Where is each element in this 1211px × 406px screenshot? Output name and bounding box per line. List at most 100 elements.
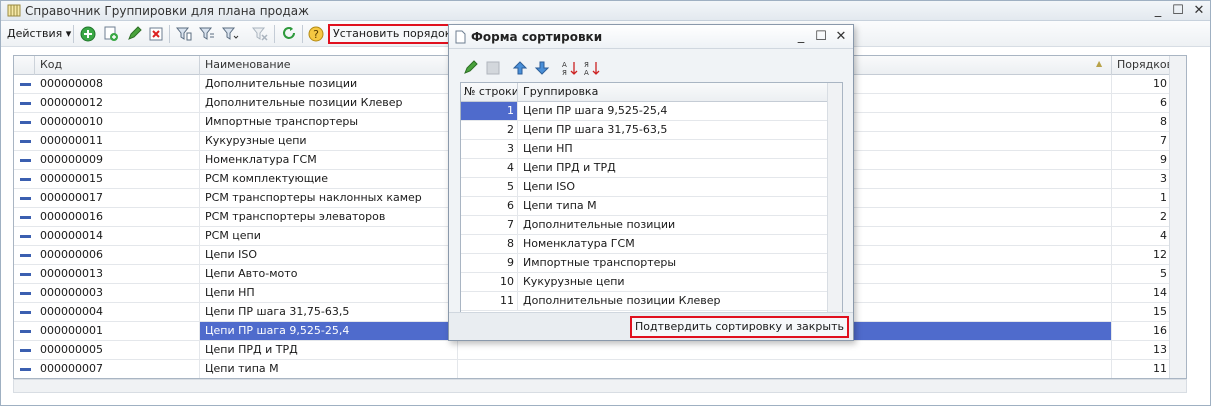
code-cell: 000000013 — [35, 265, 200, 283]
name-cell: Кукурузные цепи — [200, 132, 458, 150]
sort-row[interactable]: 2 Цепи ПР шага 31,75-63,5 — [461, 121, 828, 140]
vertical-scrollbar[interactable] — [1169, 56, 1186, 378]
row-marker-icon — [20, 216, 31, 219]
name-cell: Цепи Авто-мото — [200, 265, 458, 283]
row-number-cell: 4 — [461, 159, 518, 177]
sort-row[interactable]: 1 Цепи ПР шага 9,525-25,4 — [461, 102, 828, 121]
svg-text:A: A — [584, 69, 589, 77]
column-header-row-number[interactable]: № строки — [461, 83, 518, 101]
column-header-grouping[interactable]: Группировка — [518, 83, 828, 101]
column-header-code[interactable]: Код — [35, 56, 200, 75]
disabled-icon — [486, 61, 500, 75]
sort-row[interactable]: 6 Цепи типа М — [461, 197, 828, 216]
delete-icon[interactable] — [147, 25, 165, 43]
code-cell: 000000015 — [35, 170, 200, 188]
horizontal-scrollbar[interactable] — [13, 379, 1187, 393]
code-cell: 000000010 — [35, 113, 200, 131]
order-cell: 4 — [1112, 227, 1172, 245]
copy-icon[interactable] — [102, 25, 120, 43]
dialog-maximize-button[interactable]: ☐ — [813, 28, 829, 46]
sort-row[interactable]: 3 Цепи НП — [461, 140, 828, 159]
sort-row[interactable]: 8 Номенклатура ГСМ — [461, 235, 828, 254]
grouping-cell: Дополнительные позиции Клевер — [523, 294, 721, 307]
sort-descending-icon[interactable]: ЯA — [583, 59, 601, 77]
dialog-vertical-scrollbar[interactable] — [827, 83, 842, 328]
sort-row[interactable]: 7 Дополнительные позиции — [461, 216, 828, 235]
name-cell-fill — [458, 341, 1112, 359]
table-row[interactable]: 000000007 Цепи типа М 11 — [14, 360, 1186, 378]
sort-row[interactable]: 9 Импортные транспортеры — [461, 254, 828, 273]
row-number-cell: 10 — [461, 273, 518, 291]
code-cell: 000000016 — [35, 208, 200, 226]
minimize-button[interactable]: _ — [1149, 2, 1167, 19]
edit-icon[interactable] — [125, 25, 143, 43]
actions-label: Действия — [7, 27, 63, 40]
filter-list-icon[interactable] — [198, 25, 216, 43]
order-cell: 16 — [1112, 322, 1172, 340]
dialog-title: Форма сортировки — [471, 30, 603, 44]
refresh-icon[interactable] — [280, 25, 298, 43]
add-icon[interactable] — [79, 25, 97, 43]
row-number-cell: 3 — [461, 140, 518, 158]
name-cell: Цепи НП — [200, 284, 458, 302]
move-down-icon[interactable] — [533, 59, 551, 77]
edit-icon[interactable] — [461, 59, 479, 77]
close-button[interactable]: ✕ — [1190, 2, 1208, 19]
row-number-cell: 8 — [461, 235, 518, 253]
maximize-button[interactable]: ☐ — [1169, 2, 1187, 19]
toolbar-separator — [73, 25, 74, 43]
row-marker-icon — [20, 197, 31, 200]
sort-row[interactable]: 11 Дополнительные позиции Клевер — [461, 292, 828, 311]
grouping-cell: Дополнительные позиции — [523, 218, 676, 231]
code-cell: 000000007 — [35, 360, 200, 378]
set-order-button[interactable]: Установить порядок — [328, 24, 457, 44]
sort-row[interactable]: 10 Кукурузные цепи — [461, 273, 828, 292]
move-up-icon[interactable] — [511, 59, 529, 77]
row-number-cell: 11 — [461, 292, 518, 310]
name-cell: Дополнительные позиции Клевер — [200, 94, 458, 112]
actions-menu[interactable]: Действия ▾ — [7, 27, 71, 40]
confirm-sort-button[interactable]: Подтвердить сортировку и закрыть — [630, 316, 849, 338]
toolbar-separator — [169, 25, 170, 43]
row-number-cell: 2 — [461, 121, 518, 139]
order-cell: 15 — [1112, 303, 1172, 321]
row-marker-icon — [20, 368, 31, 371]
name-cell: Цепи ПР шага 31,75-63,5 — [200, 303, 458, 321]
order-cell: 12 — [1112, 246, 1172, 264]
help-icon[interactable]: ? — [307, 25, 325, 43]
row-marker-icon — [20, 102, 31, 105]
row-marker-icon — [20, 121, 31, 124]
name-cell: РСМ цепи — [200, 227, 458, 245]
sort-row[interactable]: 5 Цепи ISO — [461, 178, 828, 197]
code-cell: 000000004 — [35, 303, 200, 321]
column-header-order[interactable]: Порядковы... — [1112, 56, 1186, 75]
filter-dropdown-icon[interactable] — [221, 25, 239, 43]
table-row[interactable]: 000000005 Цепи ПРД и ТРД 13 — [14, 341, 1186, 360]
row-marker-icon — [20, 178, 31, 181]
row-number-cell: 1 — [461, 102, 518, 120]
code-cell: 000000006 — [35, 246, 200, 264]
row-marker-icon — [20, 235, 31, 238]
document-icon — [455, 30, 466, 44]
row-marker-icon — [20, 349, 31, 352]
dialog-close-button[interactable]: ✕ — [833, 28, 849, 46]
code-cell: 000000009 — [35, 151, 200, 169]
name-cell-fill — [458, 360, 1112, 378]
title-bar: Справочник Группировки для плана продаж … — [1, 1, 1210, 21]
toolbar-separator — [274, 25, 275, 43]
grouping-cell: Кукурузные цепи — [523, 275, 625, 288]
code-cell: 000000005 — [35, 341, 200, 359]
sort-table: № строки Группировка 1 Цепи ПР шага 9,525… — [460, 82, 843, 329]
sort-row[interactable]: 4 Цепи ПРД и ТРД — [461, 159, 828, 178]
dialog-minimize-button[interactable]: _ — [793, 28, 809, 46]
row-marker-icon — [20, 83, 31, 86]
filter-icon[interactable] — [175, 25, 193, 43]
order-cell: 14 — [1112, 284, 1172, 302]
sort-ascending-icon[interactable]: AЯ — [561, 59, 579, 77]
name-cell: Цепи ПР шага 9,525-25,4 — [200, 322, 458, 340]
code-cell: 000000017 — [35, 189, 200, 207]
order-cell: 9 — [1112, 151, 1172, 169]
svg-text:A: A — [562, 61, 567, 69]
clear-filter-icon[interactable] — [251, 25, 269, 43]
order-cell: 13 — [1112, 341, 1172, 359]
